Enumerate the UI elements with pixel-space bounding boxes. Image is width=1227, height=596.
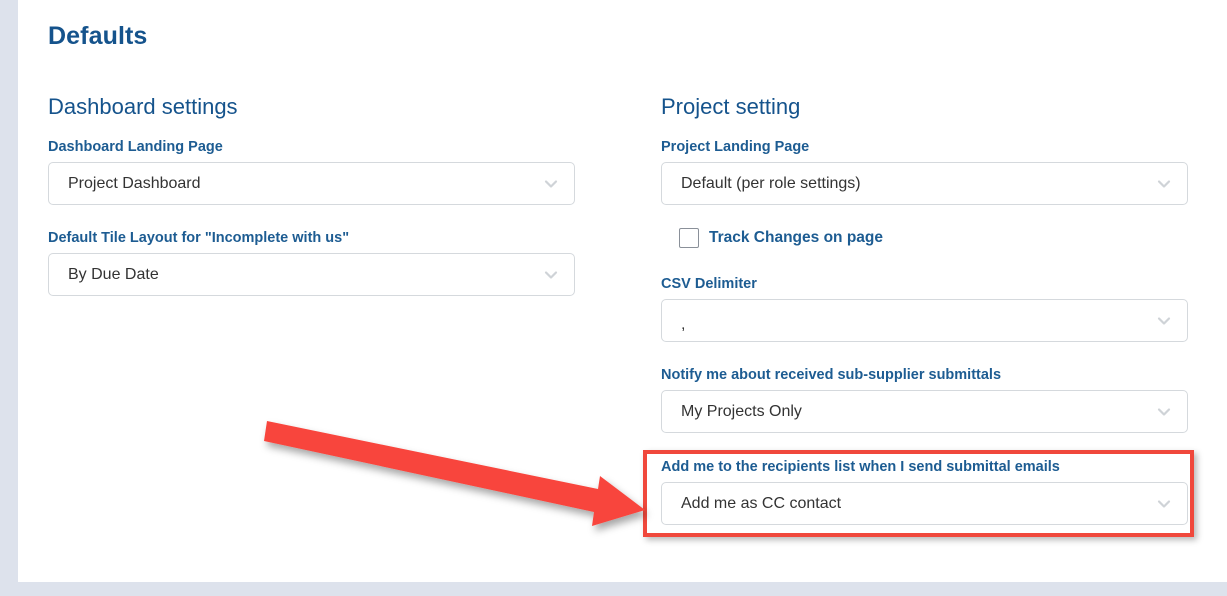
notify-sub-supplier-label: Notify me about received sub-supplier su…: [661, 367, 1002, 383]
field-default-tile-layout: Default Tile Layout for "Incomplete with…: [48, 229, 576, 296]
default-tile-layout-select[interactable]: By Due Date: [48, 253, 575, 296]
project-setting-heading: Project setting: [661, 94, 801, 119]
default-tile-layout-value: By Due Date: [68, 265, 159, 283]
track-changes-label: Track Changes on page: [709, 229, 883, 246]
default-tile-layout-label: Default Tile Layout for "Incomplete with…: [48, 230, 350, 246]
field-dashboard-landing-page: Dashboard Landing Page Project Dashboard: [48, 138, 576, 205]
chevron-down-icon: [542, 266, 560, 284]
highlight-annotation-box: [643, 450, 1194, 537]
chevron-down-icon: [1155, 403, 1173, 421]
chevron-down-icon: [1155, 175, 1173, 193]
csv-delimiter-value: ,: [681, 316, 686, 333]
field-notify-sub-supplier: Notify me about received sub-supplier su…: [661, 366, 1189, 433]
field-project-landing-page: Project Landing Page Default (per role s…: [661, 138, 1189, 205]
project-landing-page-label: Project Landing Page: [661, 139, 810, 155]
dashboard-landing-page-label: Dashboard Landing Page: [48, 139, 223, 155]
dashboard-landing-page-select[interactable]: Project Dashboard: [48, 162, 575, 205]
notify-sub-supplier-select[interactable]: My Projects Only: [661, 390, 1188, 433]
dashboard-landing-page-value: Project Dashboard: [68, 174, 201, 192]
csv-delimiter-label: CSV Delimiter: [661, 276, 757, 292]
chevron-down-icon: [1155, 312, 1173, 330]
track-changes-checkbox[interactable]: [679, 228, 699, 248]
csv-delimiter-select[interactable]: ,: [661, 299, 1188, 342]
dashboard-settings-heading: Dashboard settings: [48, 94, 238, 119]
project-landing-page-select[interactable]: Default (per role settings): [661, 162, 1188, 205]
notify-sub-supplier-value: My Projects Only: [681, 402, 802, 420]
track-changes-checkbox-row[interactable]: Track Changes on page: [679, 228, 883, 248]
project-landing-page-value: Default (per role settings): [681, 174, 861, 192]
field-csv-delimiter: CSV Delimiter ,: [661, 275, 1189, 342]
chevron-down-icon: [542, 175, 560, 193]
